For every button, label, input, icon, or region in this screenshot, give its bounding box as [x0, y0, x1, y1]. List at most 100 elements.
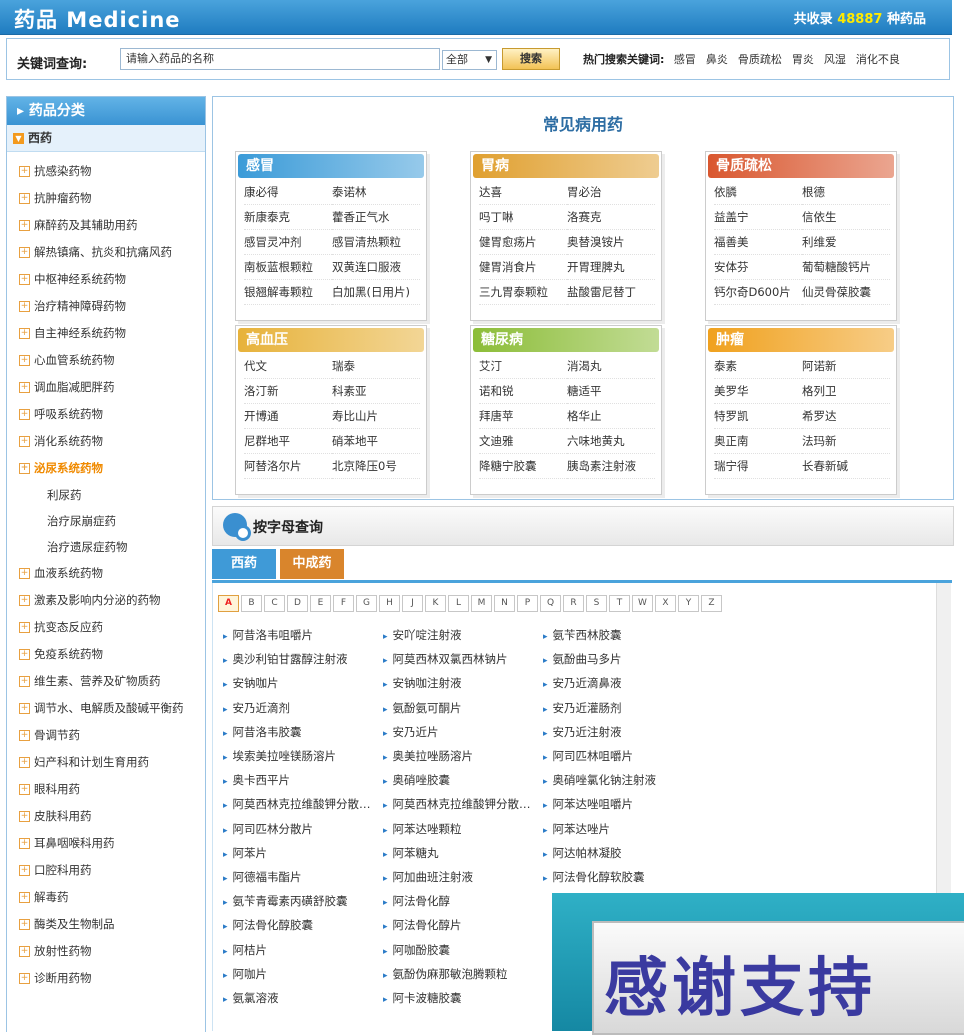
drug-link[interactable]: 代文 — [244, 354, 332, 379]
letter-h[interactable]: H — [379, 595, 400, 612]
letter-f[interactable]: F — [333, 595, 354, 612]
drug-link[interactable]: 白加黑(日用片) — [332, 280, 420, 305]
drug-link[interactable]: 开博通 — [244, 404, 332, 429]
drug-link[interactable]: 奥替溴铵片 — [567, 230, 655, 255]
letter-q[interactable]: Q — [540, 595, 561, 612]
disease-box-title[interactable]: 高血压 — [238, 328, 424, 352]
drug-link[interactable]: 达喜 — [479, 180, 567, 205]
drug-link[interactable]: 文迪雅 — [479, 429, 567, 454]
drug-link[interactable]: 盐酸雷尼替丁 — [567, 280, 655, 305]
drug-link[interactable]: 依膦 — [714, 180, 802, 205]
sidebar-item[interactable]: + 维生素、营养及矿物质药 — [7, 670, 205, 697]
drug-list-item[interactable]: 阿苯达唑咀嚼片 — [543, 796, 634, 812]
drug-link[interactable]: 洛赛克 — [567, 205, 655, 230]
drug-list-item[interactable]: 阿苯达唑片 — [543, 821, 611, 837]
drug-link[interactable]: 藿香正气水 — [332, 205, 420, 230]
drug-link[interactable]: 美罗华 — [714, 379, 802, 404]
sidebar-item[interactable]: + 诊断用药物 — [7, 967, 205, 994]
disease-box-title[interactable]: 肿瘤 — [708, 328, 894, 352]
drug-link[interactable]: 康必得 — [244, 180, 332, 205]
drug-list-item[interactable]: 阿达帕林凝胶 — [543, 845, 622, 861]
sidebar-item[interactable]: + 解热镇痛、抗炎和抗痛风药 — [7, 241, 205, 268]
sidebar-item[interactable]: + 自主神经系统药物 — [7, 322, 205, 349]
letter-b[interactable]: B — [241, 595, 262, 612]
drug-link[interactable]: 开胃理脾丸 — [567, 255, 655, 280]
drug-list-item[interactable]: 奥硝唑氯化钠注射液 — [543, 772, 657, 788]
drug-link[interactable]: 硝苯地平 — [332, 429, 420, 454]
disease-box-title[interactable]: 骨质疏松 — [708, 154, 894, 178]
letter-x[interactable]: X — [655, 595, 676, 612]
drug-list-item[interactable]: 阿苯糖丸 — [383, 845, 439, 861]
drug-list-item[interactable]: 氨酚氨可酮片 — [383, 700, 462, 716]
letter-j[interactable]: J — [402, 595, 423, 612]
drug-link[interactable]: 希罗达 — [802, 404, 890, 429]
letter-s[interactable]: S — [586, 595, 607, 612]
letter-z[interactable]: Z — [701, 595, 722, 612]
drug-link[interactable]: 泰素 — [714, 354, 802, 379]
drug-list-item[interactable]: 阿昔洛韦胶囊 — [223, 724, 302, 740]
letter-r[interactable]: R — [563, 595, 584, 612]
drug-list-item[interactable]: 阿昔洛韦咀嚼片 — [223, 627, 314, 643]
sidebar-item[interactable]: + 血液系统药物 — [7, 562, 205, 589]
sidebar-category-xiyao[interactable]: ▼ 西药 — [7, 125, 205, 152]
drug-link[interactable]: 瑞泰 — [332, 354, 420, 379]
drug-link[interactable]: 格列卫 — [802, 379, 890, 404]
drug-link[interactable]: 寿比山片 — [332, 404, 420, 429]
sidebar-item[interactable]: + 中枢神经系统药物 — [7, 268, 205, 295]
sidebar-item[interactable]: + 激素及影响内分泌的药物 — [7, 589, 205, 616]
site-logo[interactable]: 药品 Medicine — [14, 4, 181, 34]
hot-keyword[interactable]: 消化不良 — [856, 53, 900, 66]
drug-list-item[interactable]: 安钠咖注射液 — [383, 675, 462, 691]
drug-list-item[interactable]: 氨苄青霉素丙磺舒胶囊 — [223, 893, 348, 909]
drug-link[interactable]: 健胃愈疡片 — [479, 230, 567, 255]
sidebar-item[interactable]: + 调节水、电解质及酸碱平衡药 — [7, 697, 205, 724]
sidebar-item[interactable]: + 呼吸系统药物 — [7, 403, 205, 430]
drug-link[interactable]: 银翘解毒颗粒 — [244, 280, 332, 305]
sidebar-item[interactable]: + 放射性药物 — [7, 940, 205, 967]
drug-list-item[interactable]: 阿司匹林咀嚼片 — [543, 748, 634, 764]
drug-list-item[interactable]: 氨苄西林胶囊 — [543, 627, 622, 643]
drug-link[interactable]: 阿替洛尔片 — [244, 454, 332, 479]
sidebar-item[interactable]: 治疗尿崩症药 — [7, 510, 205, 536]
hot-keyword[interactable]: 风湿 — [824, 53, 846, 66]
drug-link[interactable]: 葡萄糖酸钙片 — [802, 255, 890, 280]
letter-a[interactable]: A — [218, 595, 239, 612]
drug-list-item[interactable]: 安乃近灌肠剂 — [543, 700, 622, 716]
drug-list-item[interactable]: 阿莫西林双氯西林钠片 — [383, 651, 508, 667]
sidebar-item[interactable]: + 抗变态反应药 — [7, 616, 205, 643]
hot-keyword[interactable]: 鼻炎 — [706, 53, 728, 66]
sidebar-item[interactable]: + 心血管系统药物 — [7, 349, 205, 376]
drug-list-item[interactable]: 阿法骨化醇 — [383, 893, 451, 909]
drug-list-item[interactable]: 阿桔片 — [223, 942, 268, 958]
drug-link[interactable]: 阿诺新 — [802, 354, 890, 379]
drug-link[interactable]: 利维爱 — [802, 230, 890, 255]
letter-g[interactable]: G — [356, 595, 377, 612]
drug-link[interactable]: 益盖宁 — [714, 205, 802, 230]
sidebar-item[interactable]: + 调血脂减肥胖药 — [7, 376, 205, 403]
drug-link[interactable]: 洛汀新 — [244, 379, 332, 404]
drug-link[interactable]: 消渴丸 — [567, 354, 655, 379]
sidebar-item[interactable]: + 眼科用药 — [7, 778, 205, 805]
drug-link[interactable]: 科素亚 — [332, 379, 420, 404]
drug-list-item[interactable]: 阿咖片 — [223, 966, 268, 982]
sidebar-item[interactable]: + 抗肿瘤药物 — [7, 187, 205, 214]
sidebar-item[interactable]: + 骨调节药 — [7, 724, 205, 751]
drug-list-item[interactable]: 奥沙利铂甘露醇注射液 — [223, 651, 348, 667]
letter-n[interactable]: N — [494, 595, 515, 612]
drug-list-item[interactable]: 埃索美拉唑镁肠溶片 — [223, 748, 337, 764]
sidebar-item[interactable]: + 麻醉药及其辅助用药 — [7, 214, 205, 241]
drug-link[interactable]: 诺和锐 — [479, 379, 567, 404]
drug-link[interactable]: 降糖宁胶囊 — [479, 454, 567, 479]
letter-k[interactable]: K — [425, 595, 446, 612]
sidebar-item[interactable]: + 耳鼻咽喉科用药 — [7, 832, 205, 859]
drug-list-item[interactable]: 氨酚伪麻那敏泡腾颗粒 — [383, 966, 508, 982]
drug-list-item[interactable]: 阿莫西林克拉维酸钾分散… — [223, 796, 371, 812]
drug-list-item[interactable]: 阿咖酚胶囊 — [383, 942, 451, 958]
drug-list-item[interactable]: 氨氯溶液 — [223, 990, 279, 1006]
drug-list-item[interactable]: 安吖啶注射液 — [383, 627, 462, 643]
sidebar-item[interactable]: + 妇产科和计划生育用药 — [7, 751, 205, 778]
drug-list-item[interactable]: 阿法骨化醇片 — [383, 917, 462, 933]
drug-list-item[interactable]: 奥卡西平片 — [223, 772, 291, 788]
sidebar-item[interactable]: + 消化系统药物 — [7, 430, 205, 457]
sidebar-item[interactable]: + 抗感染药物 — [7, 160, 205, 187]
